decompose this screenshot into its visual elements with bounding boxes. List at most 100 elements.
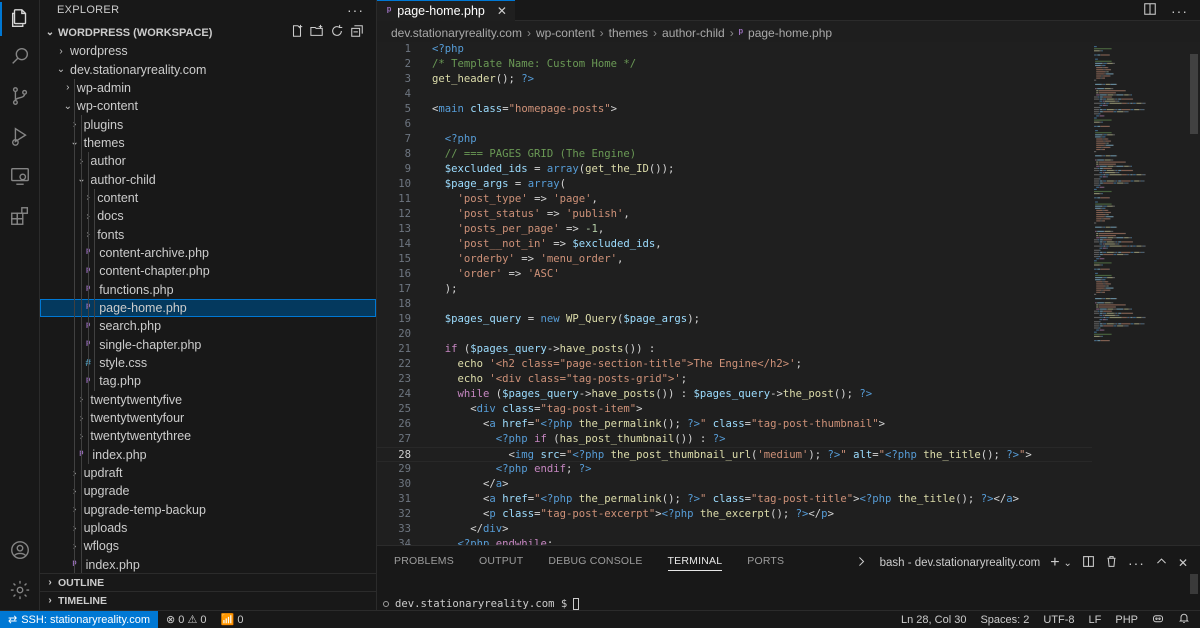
tree-folder[interactable]: ›twentytwentyfour: [40, 408, 376, 428]
code-line[interactable]: 21 if ($pages_query->have_posts()) :: [377, 342, 1092, 357]
code-line[interactable]: 25 <div class="tag-post-item">: [377, 402, 1092, 417]
refresh-icon[interactable]: [330, 24, 344, 41]
cursor-position[interactable]: Ln 28, Col 30: [901, 614, 966, 626]
notifications-bell-icon[interactable]: [1178, 612, 1190, 627]
breadcrumb-item[interactable]: wp-content: [536, 26, 595, 40]
tree-file[interactable]: ᵖcontent-archive.php: [40, 243, 376, 263]
tab-ports[interactable]: PORTS: [747, 555, 784, 571]
minimap[interactable]: [1092, 42, 1185, 545]
code-line[interactable]: 4: [377, 87, 1092, 102]
tree-folder[interactable]: ›wflogs: [40, 537, 376, 556]
tab-problems[interactable]: PROBLEMS: [394, 555, 454, 571]
code-line[interactable]: 19 $pages_query = new WP_Query($page_arg…: [377, 312, 1092, 327]
accounts-icon[interactable]: [8, 538, 32, 562]
code-line[interactable]: 7 <?php: [377, 132, 1092, 147]
tree-folder[interactable]: › wordpress: [40, 42, 376, 60]
code-line[interactable]: 18: [377, 297, 1092, 312]
editor-more-actions-icon[interactable]: ···: [1171, 3, 1188, 19]
end-of-line[interactable]: LF: [1089, 614, 1102, 626]
code-line[interactable]: 16 'order' => 'ASC': [377, 267, 1092, 282]
tree-file[interactable]: ᵖpage-home.php: [40, 298, 376, 318]
problems-status[interactable]: ⊗ 0 ⚠ 0: [166, 613, 207, 626]
chevron-down-icon[interactable]: ⌄: [1064, 558, 1072, 569]
breadcrumb-item[interactable]: themes: [609, 26, 648, 40]
collapse-all-icon[interactable]: [350, 24, 364, 41]
extensions-icon[interactable]: [8, 204, 32, 228]
breadcrumb-item[interactable]: dev.stationaryreality.com: [391, 26, 522, 40]
tree-file[interactable]: #style.css: [40, 353, 376, 373]
code-line[interactable]: 34 <?php endwhile;: [377, 537, 1092, 545]
tree-folder[interactable]: ›plugins: [40, 115, 376, 134]
code-line[interactable]: 12 'post_status' => 'publish',: [377, 207, 1092, 222]
timeline-section[interactable]: › TIMELINE: [40, 591, 376, 609]
code-line[interactable]: 11 'post_type' => 'page',: [377, 192, 1092, 207]
tree-folder[interactable]: › wp-admin: [40, 78, 376, 98]
tab-output[interactable]: OUTPUT: [479, 555, 523, 571]
code-line[interactable]: 6: [377, 117, 1092, 132]
tree-file[interactable]: ᵖtag.php: [40, 372, 376, 391]
code-editor[interactable]: 1 <?php 2 /* Template Name: Custom Home */ 3…: [377, 42, 1200, 545]
new-terminal-icon[interactable]: +: [1050, 554, 1059, 572]
breadcrumb-item[interactable]: page-home.php: [748, 26, 832, 40]
code-line[interactable]: 10 $page_args = array(: [377, 177, 1092, 192]
terminal-prompt[interactable]: dev.stationaryreality.com $: [383, 598, 580, 610]
tab-terminal[interactable]: TERMINAL: [667, 555, 723, 571]
tree-folder[interactable]: ›uploads: [40, 518, 376, 538]
settings-gear-icon[interactable]: [8, 578, 32, 602]
terminal-name[interactable]: bash - dev.stationaryreality.com: [880, 557, 1041, 569]
outline-section[interactable]: › OUTLINE: [40, 573, 376, 591]
tab-debug-console[interactable]: DEBUG CONSOLE: [548, 555, 642, 571]
new-file-icon[interactable]: [290, 24, 304, 41]
code-line[interactable]: 15 'orderby' => 'menu_order',: [377, 252, 1092, 267]
tree-folder[interactable]: ⌄themes: [40, 133, 376, 153]
copilot-icon[interactable]: [1152, 612, 1164, 627]
code-line[interactable]: 30 </a>: [377, 477, 1092, 492]
maximize-panel-icon[interactable]: [1155, 555, 1168, 571]
split-editor-icon[interactable]: [1143, 2, 1157, 19]
tree-folder[interactable]: ⌄ dev.stationaryreality.com: [40, 60, 376, 78]
explorer-icon[interactable]: [8, 6, 32, 30]
tree-file[interactable]: ᵖsingle-chapter.php: [40, 335, 376, 354]
close-icon[interactable]: ✕: [497, 4, 507, 18]
tree-folder[interactable]: ›fonts: [40, 225, 376, 244]
more-actions-icon[interactable]: ···: [347, 2, 364, 18]
encoding[interactable]: UTF-8: [1043, 614, 1074, 626]
tree-folder[interactable]: ›upgrade-temp-backup: [40, 500, 376, 519]
code-line[interactable]: 33 </div>: [377, 522, 1092, 537]
tree-file[interactable]: ᵖindex.php: [40, 445, 376, 464]
tree-file[interactable]: ᵖfunctions.php: [40, 280, 376, 299]
breadcrumb-item[interactable]: author-child: [662, 26, 725, 40]
search-icon[interactable]: [8, 44, 32, 68]
remote-indicator[interactable]: ⇄ SSH: stationaryreality.com: [0, 610, 159, 628]
tree-file[interactable]: ᵖsearch.php: [40, 317, 376, 336]
code-line[interactable]: 31 <a href="<?php the_permalink(); ?>" c…: [377, 492, 1092, 507]
code-line[interactable]: 1 <?php: [377, 42, 1092, 57]
tree-folder[interactable]: ⌄author-child: [40, 170, 376, 189]
tree-file[interactable]: ᵖindex.php: [40, 555, 376, 574]
ports-status[interactable]: 📶 0: [221, 613, 244, 626]
code-line[interactable]: 23 echo '<div class="tag-posts-grid">';: [377, 372, 1092, 387]
tree-file[interactable]: ᵖcontent-chapter.php: [40, 262, 376, 281]
tree-folder[interactable]: ›updraft: [40, 463, 376, 483]
code-line[interactable]: 22 echo '<h2 class="page-section-title">…: [377, 357, 1092, 372]
code-line[interactable]: 13 'posts_per_page' => -1,: [377, 222, 1092, 237]
code-line[interactable]: 14 'post__not_in' => $excluded_ids,: [377, 237, 1092, 252]
code-line[interactable]: 5 <main class="homepage-posts">: [377, 102, 1092, 117]
tree-folder[interactable]: ›content: [40, 188, 376, 208]
trash-icon[interactable]: [1105, 555, 1118, 571]
terminal-scrollbar[interactable]: [1190, 574, 1198, 594]
code-line[interactable]: 8 // === PAGES GRID (The Engine): [377, 147, 1092, 162]
code-line[interactable]: 17 );: [377, 282, 1092, 297]
run-debug-icon[interactable]: [8, 124, 32, 148]
tree-folder[interactable]: ›twentytwentythree: [40, 427, 376, 446]
editor-scrollbar[interactable]: [1190, 54, 1198, 134]
code-line[interactable]: 2 /* Template Name: Custom Home */: [377, 57, 1092, 72]
language-mode[interactable]: PHP: [1115, 614, 1138, 626]
tree-folder[interactable]: ›twentytwentyfive: [40, 390, 376, 409]
code-line[interactable]: 27 <?php if (has_post_thumbnail()) : ?>: [377, 432, 1092, 447]
tree-folder[interactable]: ›docs: [40, 207, 376, 226]
panel-more-actions-icon[interactable]: ···: [1128, 555, 1145, 571]
indentation[interactable]: Spaces: 2: [980, 614, 1029, 626]
new-folder-icon[interactable]: [310, 24, 324, 41]
tab-page-home[interactable]: ᵖ page-home.php ✕: [377, 0, 515, 21]
